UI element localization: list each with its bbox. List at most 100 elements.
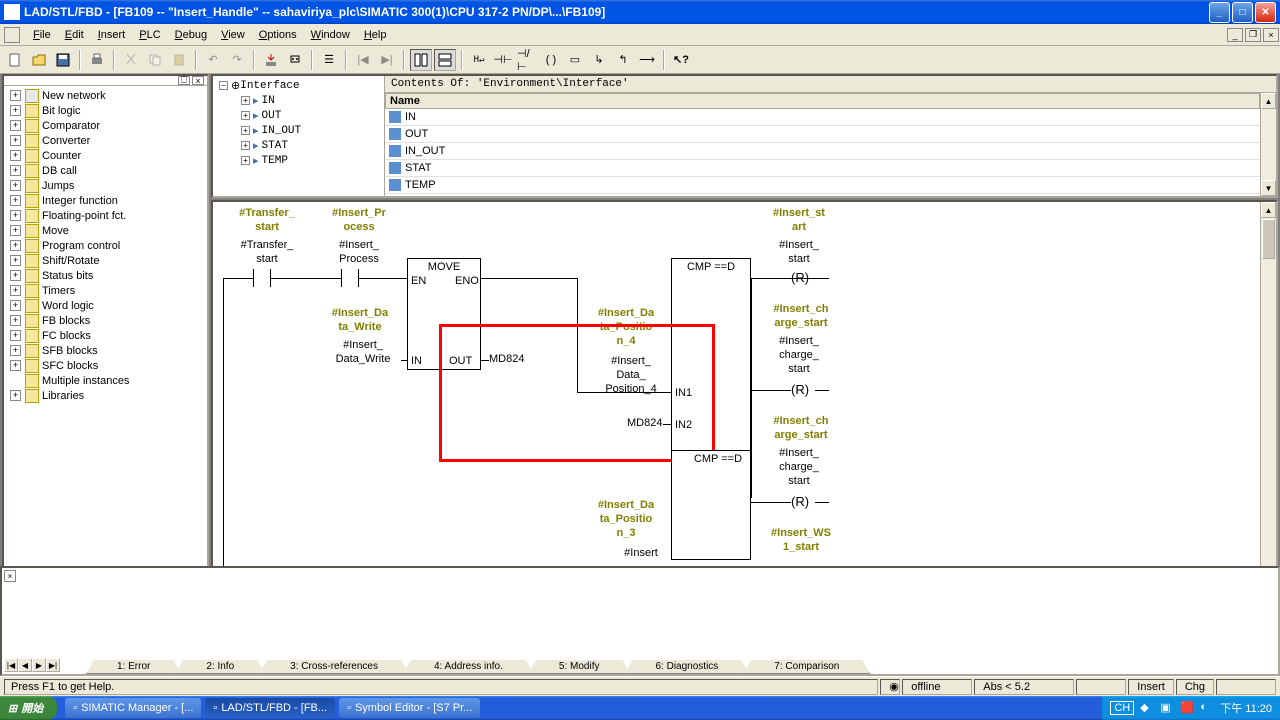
- label-insert-ws1[interactable]: #Insert_WS 1_start: [761, 526, 841, 554]
- catalog-item[interactable]: +Converter: [6, 133, 205, 148]
- tray-clock[interactable]: 下午 11:20: [1220, 700, 1272, 716]
- label-insert-charge2[interactable]: #Insert_ch arge_start: [761, 414, 841, 442]
- menu-file[interactable]: File: [26, 27, 58, 43]
- expand-icon[interactable]: +: [10, 315, 21, 326]
- expand-icon[interactable]: +: [10, 210, 21, 221]
- start-button[interactable]: ⊞ 開始: [0, 696, 57, 720]
- label-insert-data-write[interactable]: #Insert_Da ta_Write: [317, 306, 403, 334]
- expand-icon[interactable]: +: [10, 135, 21, 146]
- close-button[interactable]: ✕: [1255, 2, 1276, 23]
- contact-no-button[interactable]: ⊣⊢: [492, 49, 514, 71]
- label-insert-process[interactable]: #Insert_Pr ocess: [319, 206, 399, 234]
- tray-icon-3[interactable]: 🟥: [1180, 701, 1194, 715]
- interface-item[interactable]: +▸OUT: [215, 108, 382, 123]
- taskbar-task[interactable]: ▫Symbol Editor - [S7 Pr...: [339, 698, 480, 718]
- output-tab[interactable]: 7: Comparison: [743, 660, 870, 674]
- coil-insert-charge2[interactable]: (R): [791, 494, 809, 509]
- interface-item[interactable]: +▸IN_OUT: [215, 123, 382, 138]
- catalog-item[interactable]: +Counter: [6, 148, 205, 163]
- catalog-item[interactable]: +Status bits: [6, 268, 205, 283]
- catalog-tree[interactable]: +New network+Bit logic+Comparator+Conver…: [4, 86, 207, 604]
- insert-network-button[interactable]: H↵: [468, 49, 490, 71]
- expand-icon[interactable]: +: [10, 225, 21, 236]
- expand-icon[interactable]: +: [10, 345, 21, 356]
- catalog-item[interactable]: +Bit logic: [6, 103, 205, 118]
- output-close-button[interactable]: ×: [4, 570, 16, 582]
- coil-insert-start[interactable]: (R): [791, 270, 809, 285]
- monitor-button[interactable]: [284, 49, 306, 71]
- scroll-up-icon[interactable]: ▲: [1261, 93, 1276, 109]
- interface-item[interactable]: +▸TEMP: [215, 153, 382, 168]
- output-tab[interactable]: 6: Diagnostics: [624, 660, 749, 674]
- expand-icon[interactable]: +: [10, 150, 21, 161]
- catalog-item[interactable]: +FB blocks: [6, 313, 205, 328]
- taskbar-task[interactable]: ▫SIMATIC Manager - [...: [65, 698, 201, 718]
- name-row[interactable]: OUT: [385, 126, 1260, 143]
- contact-transfer-start[interactable]: [253, 269, 271, 287]
- mdi-restore[interactable]: ❐: [1245, 28, 1261, 42]
- tray-icon-1[interactable]: ◆: [1140, 701, 1154, 715]
- tab-first-button[interactable]: |◀: [4, 658, 18, 672]
- contact-insert-process[interactable]: [341, 269, 359, 287]
- cmp-box-2[interactable]: [671, 450, 751, 560]
- view-detail-button[interactable]: [434, 49, 456, 71]
- menu-insert[interactable]: Insert: [91, 27, 133, 43]
- catalog-item[interactable]: +DB call: [6, 163, 205, 178]
- tab-prev-button[interactable]: ◀: [18, 658, 32, 672]
- catalog-item[interactable]: +SFB blocks: [6, 343, 205, 358]
- tray-icon-2[interactable]: ▣: [1160, 701, 1174, 715]
- expand-icon[interactable]: +: [10, 390, 21, 401]
- mdi-minimize[interactable]: _: [1227, 28, 1243, 42]
- name-row[interactable]: IN: [385, 109, 1260, 126]
- expand-icon[interactable]: +: [10, 90, 21, 101]
- label-insert-start[interactable]: #Insert_st art: [761, 206, 837, 234]
- branch-open-button[interactable]: ↳: [588, 49, 610, 71]
- system-tray[interactable]: CH ◆ ▣ 🟥 ◐ 下午 11:20: [1102, 696, 1280, 720]
- menu-edit[interactable]: Edit: [58, 27, 91, 43]
- taskbar-task[interactable]: ▫LAD/STL/FBD - [FB...: [205, 698, 335, 718]
- output-tab[interactable]: 4: Address info.: [403, 660, 534, 674]
- expand-icon[interactable]: +: [241, 96, 250, 105]
- interface-tree[interactable]: −⊕ Interface +▸IN+▸OUT+▸IN_OUT+▸STAT+▸TE…: [213, 76, 385, 196]
- expand-icon[interactable]: +: [10, 300, 21, 311]
- expand-icon[interactable]: +: [241, 156, 250, 165]
- expand-icon[interactable]: +: [10, 330, 21, 341]
- view-overview-button[interactable]: [410, 49, 432, 71]
- expand-icon[interactable]: +: [10, 180, 21, 191]
- open-button[interactable]: [28, 49, 50, 71]
- label-insert-data-pos3[interactable]: #Insert_Da ta_Positio n_3: [583, 498, 669, 540]
- paste-button[interactable]: [168, 49, 190, 71]
- expand-icon[interactable]: +: [10, 255, 21, 266]
- expand-icon[interactable]: +: [10, 270, 21, 281]
- menu-plc[interactable]: PLC: [132, 27, 167, 43]
- menu-debug[interactable]: Debug: [168, 27, 214, 43]
- copy-button[interactable]: [144, 49, 166, 71]
- output-tab[interactable]: 3: Cross-references: [259, 660, 409, 674]
- label-transfer-start[interactable]: #Transfer_ start: [231, 206, 303, 234]
- redo-button[interactable]: ↷: [226, 49, 248, 71]
- help-button[interactable]: ↖?: [670, 49, 692, 71]
- print-button[interactable]: [86, 49, 108, 71]
- nav-prev-button[interactable]: |◀: [352, 49, 374, 71]
- name-column-header[interactable]: Name: [385, 93, 1260, 109]
- nav-next-button[interactable]: ▶|: [376, 49, 398, 71]
- name-row[interactable]: TEMP: [385, 177, 1260, 194]
- name-list[interactable]: INOUTIN_OUTSTATTEMP: [385, 109, 1260, 196]
- scroll-up-icon[interactable]: ▲: [1261, 202, 1276, 218]
- save-button[interactable]: [52, 49, 74, 71]
- catalog-item[interactable]: +Timers: [6, 283, 205, 298]
- catalog-item[interactable]: +Move: [6, 223, 205, 238]
- catalog-item[interactable]: +Integer function: [6, 193, 205, 208]
- catalog-item[interactable]: +Comparator: [6, 118, 205, 133]
- menu-options[interactable]: Options: [252, 27, 304, 43]
- expand-icon[interactable]: +: [241, 126, 250, 135]
- coil-button[interactable]: ( ): [540, 49, 562, 71]
- expand-icon[interactable]: +: [241, 141, 250, 150]
- catalog-item[interactable]: +New network: [6, 88, 205, 103]
- scroll-thumb[interactable]: [1262, 219, 1275, 259]
- expand-icon[interactable]: +: [10, 105, 21, 116]
- mdi-close[interactable]: ×: [1263, 28, 1279, 42]
- expand-icon[interactable]: +: [241, 111, 250, 120]
- catalog-item[interactable]: +Word logic: [6, 298, 205, 313]
- tray-lang[interactable]: CH: [1110, 701, 1134, 715]
